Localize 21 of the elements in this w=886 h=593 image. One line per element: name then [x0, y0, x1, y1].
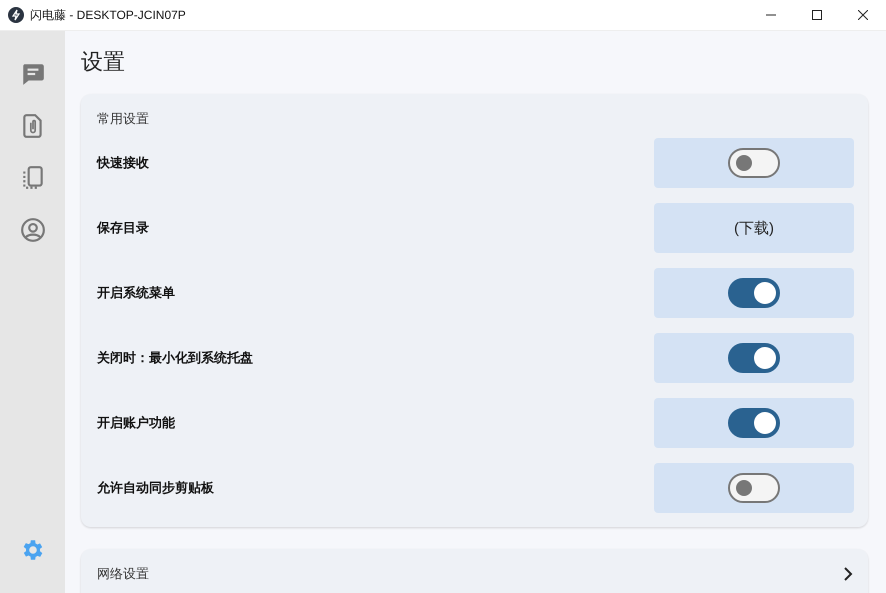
toggle-switch[interactable]	[728, 148, 780, 178]
chevron-icon[interactable]	[842, 567, 854, 581]
setting-label: 开启系统菜单	[97, 284, 176, 302]
setting-label: 关闭时：最小化到系统托盘	[97, 349, 254, 367]
setting-label: 允许自动同步剪贴板	[97, 479, 215, 497]
toggle-switch[interactable]	[728, 473, 780, 503]
toggle-switch[interactable]	[728, 408, 780, 438]
section-title: 网络设置	[97, 565, 149, 583]
toggle-switch[interactable]	[728, 343, 780, 373]
setting-label: 快速接收	[97, 154, 150, 172]
setting-label: 开启账户功能	[97, 414, 176, 432]
page-title: 设置	[81, 48, 126, 76]
account-icon[interactable]	[20, 217, 46, 243]
maximize-icon	[812, 10, 822, 20]
section-title: 常用设置	[97, 110, 149, 128]
close-icon	[858, 10, 868, 20]
app-logo-icon	[8, 7, 24, 23]
folder-button[interactable]: (下载)	[654, 203, 854, 253]
toggle-switch[interactable]	[728, 278, 780, 308]
setting-label: 保存目录	[97, 219, 150, 237]
window-title: 闪电藤 - DESKTOP-JCIN07P	[30, 6, 187, 24]
